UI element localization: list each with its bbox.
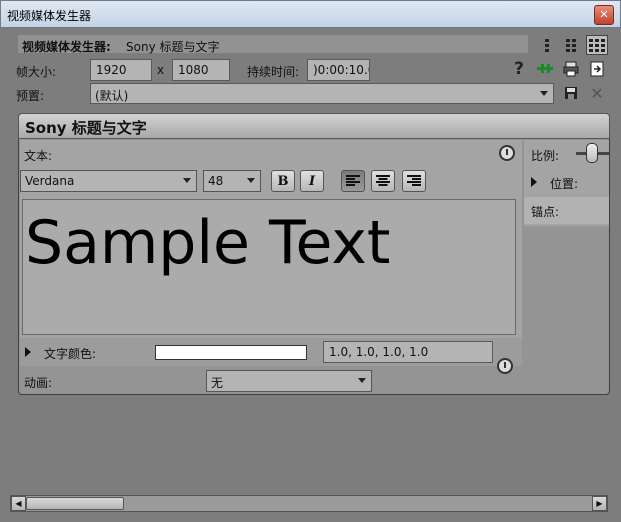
align-right-button[interactable] (402, 170, 426, 192)
print-icon[interactable] (561, 59, 581, 79)
text-color-swatch[interactable] (155, 345, 307, 360)
plugin-value: Sony 标题与文字 (126, 40, 220, 54)
scrollbar-thumb[interactable] (26, 497, 124, 510)
view-single-icon[interactable] (537, 35, 557, 55)
help-icon[interactable]: ? (509, 59, 529, 79)
font-value: Verdana (25, 174, 75, 188)
window-titlebar: 视频媒体发生器 ✕ (0, 0, 621, 28)
frame-size-label: 帧大小: (16, 65, 57, 79)
animation-dropdown[interactable]: 无 (206, 370, 372, 392)
export-icon[interactable] (587, 59, 607, 79)
chevron-down-icon (540, 91, 548, 96)
section-header: Sony 标题与文字 (18, 113, 610, 139)
text-color-value[interactable]: 1.0, 1.0, 1.0, 1.0 (323, 341, 493, 363)
chevron-down-icon (183, 178, 191, 183)
align-center-icon (376, 175, 390, 186)
anchor-label: 锚点: (531, 205, 560, 219)
sample-text[interactable]: Sample Text (25, 208, 390, 278)
italic-button[interactable]: I (300, 170, 324, 192)
plugin-label: 视频媒体发生器: (22, 40, 111, 54)
frame-height-field[interactable]: 1080 (172, 59, 230, 81)
delete-preset-icon[interactable]: ✕ (587, 83, 607, 103)
close-button[interactable]: ✕ (594, 5, 614, 25)
view-triple-icon[interactable] (586, 35, 608, 55)
expand-arrow-icon[interactable] (531, 177, 537, 187)
font-size-value: 48 (208, 174, 224, 188)
expand-arrow-icon[interactable] (25, 347, 31, 357)
scroll-left-icon[interactable]: ◀ (11, 496, 26, 511)
link-icon[interactable] (535, 59, 555, 79)
align-left-icon (346, 175, 360, 186)
view-double-icon[interactable] (561, 35, 581, 55)
horizontal-scrollbar[interactable]: ◀ ▶ (10, 495, 608, 512)
bold-button[interactable]: B (271, 170, 295, 192)
window-title: 视频媒体发生器 (7, 9, 92, 23)
chevron-down-icon (358, 378, 366, 383)
animate-color-clock-icon[interactable] (497, 358, 513, 374)
frame-size-separator: x (157, 63, 165, 77)
animation-value: 无 (211, 376, 224, 390)
duration-field[interactable]: )0:00:10.0( (307, 59, 370, 81)
preset-label: 预置: (16, 89, 45, 103)
align-center-button[interactable] (371, 170, 395, 192)
preset-value: (默认) (95, 89, 129, 103)
scale-label: 比例: (531, 149, 560, 163)
duration-label: 持续时间: (247, 65, 300, 79)
text-label: 文本: (24, 149, 53, 163)
animation-label: 动画: (24, 376, 53, 390)
scroll-right-icon[interactable]: ▶ (592, 496, 607, 511)
font-size-dropdown[interactable]: 48 (203, 170, 261, 192)
align-right-icon (407, 175, 421, 186)
text-editor[interactable]: Sample Text (22, 199, 516, 335)
preset-dropdown[interactable]: (默认) (90, 83, 554, 104)
align-left-button[interactable] (341, 170, 365, 192)
scale-slider-thumb[interactable] (586, 143, 598, 163)
chevron-down-icon (247, 178, 255, 183)
font-dropdown[interactable]: Verdana (20, 170, 197, 192)
position-label: 位置: (550, 177, 579, 191)
text-color-label: 文字颜色: (44, 347, 97, 361)
animate-text-clock-icon[interactable] (499, 145, 515, 161)
save-preset-icon[interactable] (561, 83, 581, 103)
frame-width-field[interactable]: 1920 (90, 59, 152, 81)
